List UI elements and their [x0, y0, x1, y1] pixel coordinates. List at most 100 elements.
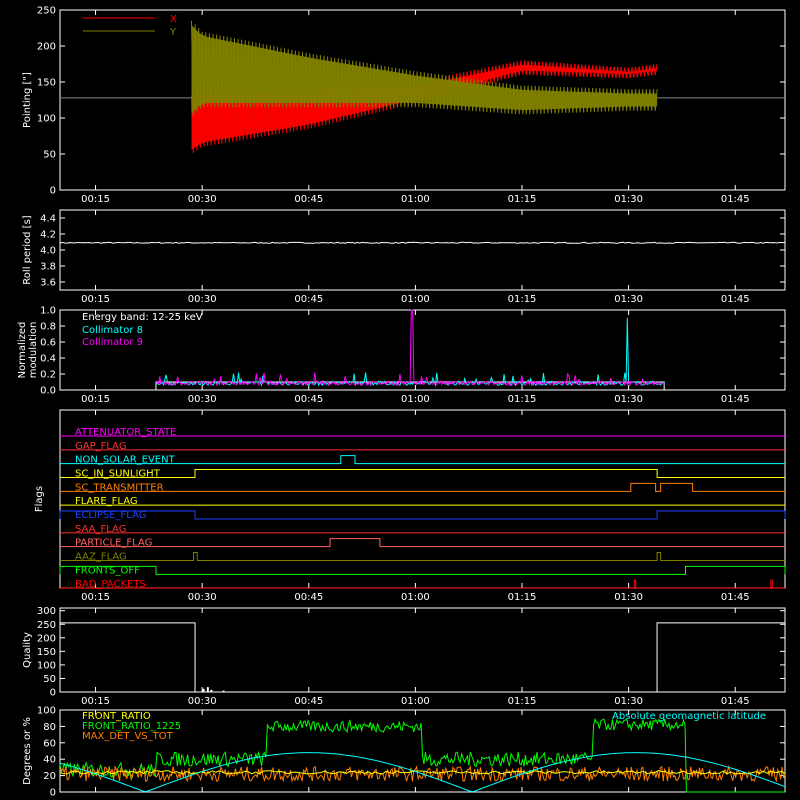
x-tick-label: 01:15 [508, 592, 537, 603]
panel-pointing: 00:15 00:30 00:45 01:00 01:15 01:30 01:45 0 50 10… [22, 6, 786, 205]
flag-label-gap_flag: GAP_FLAG [75, 441, 127, 452]
x-tick-label: 00:15 [81, 394, 110, 405]
y-tick-label: 80 [43, 722, 56, 733]
x-tick-label: 01:15 [508, 294, 537, 305]
panel-ratios: 020406080100Degrees or %FRONT_RATIOFRONT… [22, 706, 786, 799]
y-axis-label: Pointing ["] [22, 72, 33, 128]
x-tick-label: 00:30 [188, 394, 217, 405]
y-axis-label: Flags [34, 486, 45, 512]
y-tick-label: 1.0 [40, 306, 56, 317]
x-tick-label: 00:45 [294, 394, 323, 405]
x-tick-label: 01:00 [401, 696, 430, 707]
x-tick-label: 01:15 [508, 394, 537, 405]
y-tick-label: 3.8 [40, 262, 56, 273]
x-tick-label: 01:30 [614, 194, 643, 205]
flag-line-sc_transmitter [60, 482, 785, 492]
y-tick-label: 4.2 [40, 230, 56, 241]
roll-period-line [59, 241, 786, 244]
y-tick-label: 0 [50, 688, 56, 699]
panel-flags: 00:15 00:30 00:45 01:00 01:15 01:30 01:45 Flags… [34, 409, 786, 603]
hessi-observing-summary-chart: 00:15 00:30 00:45 01:00 01:15 01:30 01:45 0 50 10… [17, 6, 786, 799]
x-tick-label: 01:45 [721, 394, 750, 405]
y-tick-label: 200 [37, 42, 56, 53]
x-tick-label: 00:15 [81, 592, 110, 603]
flag-label-particle_flag: PARTICLE_FLAG [75, 538, 152, 549]
y-tick-label: 0 [50, 186, 56, 197]
y-tick-label: 100 [37, 114, 56, 125]
y-tick-label: 40 [43, 755, 56, 766]
x-tick-label: 00:15 [81, 194, 110, 205]
x-tick-label: 01:00 [401, 394, 430, 405]
y-tick-label: 20 [43, 771, 56, 782]
y-tick-label: 0.8 [40, 322, 56, 333]
x-tick-label: 01:00 [401, 294, 430, 305]
x-tick-label: 00:30 [188, 294, 217, 305]
flag-label-eclipse_flag: ECLIPSE_FLAG [75, 510, 146, 521]
y-tick-label: 300 [37, 606, 56, 617]
y-axis-label: Quality [22, 632, 33, 668]
y-tick-label: 60 [43, 738, 56, 749]
legend-label-max-det-vs-tot: MAX_DET_VS_TOT [82, 731, 174, 742]
y-tick-label: 250 [37, 620, 56, 631]
x-tick-label: 00:45 [294, 696, 323, 707]
y-tick-label: 100 [37, 706, 56, 717]
panel-frame [59, 209, 786, 291]
y-tick-label: 200 [37, 633, 56, 644]
flag-label-sc_transmitter: SC_TRANSMITTER [75, 482, 164, 493]
y-axis-label: Degrees or % [22, 717, 33, 785]
panel-frame [59, 607, 786, 693]
y-tick-label: 150 [37, 647, 56, 658]
flag-label-flare_flag: FLARE_FLAG [75, 496, 138, 507]
panel-modulation: 00:15 00:30 00:45 01:00 01:15 01:30 01:45 0.0 0.… [17, 306, 786, 405]
panel-roll: 00:15 00:30 00:45 01:00 01:15 01:30 01:45 3.6 3.… [22, 209, 786, 305]
flag-label-bad_packets: BAD_PACKETS [75, 579, 146, 590]
quality-line [60, 622, 785, 693]
flag-label-non_solar_event: NON_SOLAR_EVENT [75, 455, 176, 466]
flag-line-aaz_flag [60, 552, 785, 561]
x-tick-label: 01:00 [401, 592, 430, 603]
panel-quality: 00:15 00:30 00:45 01:00 01:15 01:30 01:45 0 50 10… [22, 606, 786, 707]
x-tick-label: 01:30 [614, 294, 643, 305]
legend-label-X: X [170, 14, 177, 25]
x-tick-label: 00:45 [294, 592, 323, 603]
y-tick-label: 150 [37, 78, 56, 89]
y-tick-label: 0.6 [40, 338, 56, 349]
y-axis-label: Normalized [17, 322, 28, 379]
energy-band-annotation: Energy band: 12-25 keV [82, 312, 203, 323]
y-tick-label: 0.2 [40, 370, 56, 381]
flag-label-saa_flag: SAA_FLAG [75, 524, 126, 535]
x-tick-label: 00:30 [188, 194, 217, 205]
flag-label-sc_in_sunlight: SC_IN_SUNLIGHT [75, 469, 161, 480]
x-tick-label: 01:45 [721, 696, 750, 707]
y-tick-label: 3.6 [40, 278, 56, 289]
x-tick-label: 01:30 [614, 696, 643, 707]
y-tick-label: 50 [43, 674, 56, 685]
x-tick-label: 01:15 [508, 696, 537, 707]
modulation-series-9 [155, 309, 665, 387]
x-tick-label: 01:45 [721, 592, 750, 603]
legend-label-Y: Y [169, 27, 177, 38]
x-tick-label: 01:45 [721, 294, 750, 305]
flag-label-aaz_flag: AAZ_FLAG [75, 552, 127, 563]
x-tick-label: 01:30 [614, 394, 643, 405]
y-tick-label: 4.4 [40, 214, 56, 225]
x-tick-label: 00:45 [294, 294, 323, 305]
x-tick-label: 00:30 [188, 592, 217, 603]
x-tick-label: 00:15 [81, 696, 110, 707]
x-tick-label: 01:45 [721, 194, 750, 205]
y-axis-label: Roll period [s] [22, 215, 33, 284]
x-tick-label: 01:30 [614, 592, 643, 603]
x-tick-label: 00:15 [81, 294, 110, 305]
flag-line-fronts_off [59, 565, 786, 575]
y-tick-label: 250 [37, 6, 56, 17]
y-tick-label: 0.4 [40, 354, 56, 365]
y-tick-label: 0 [50, 788, 56, 799]
flag-line-sc_in_sunlight [60, 469, 785, 478]
flag-line-particle_flag [60, 538, 785, 548]
legend-label-collimator: Collimator 9 [82, 337, 143, 348]
y-tick-label: 4.0 [40, 246, 56, 257]
y-tick-label: 0.0 [40, 386, 56, 397]
flag-line-bad_packets [60, 579, 785, 589]
x-tick-label: 01:15 [508, 194, 537, 205]
x-tick-label: 00:30 [188, 696, 217, 707]
